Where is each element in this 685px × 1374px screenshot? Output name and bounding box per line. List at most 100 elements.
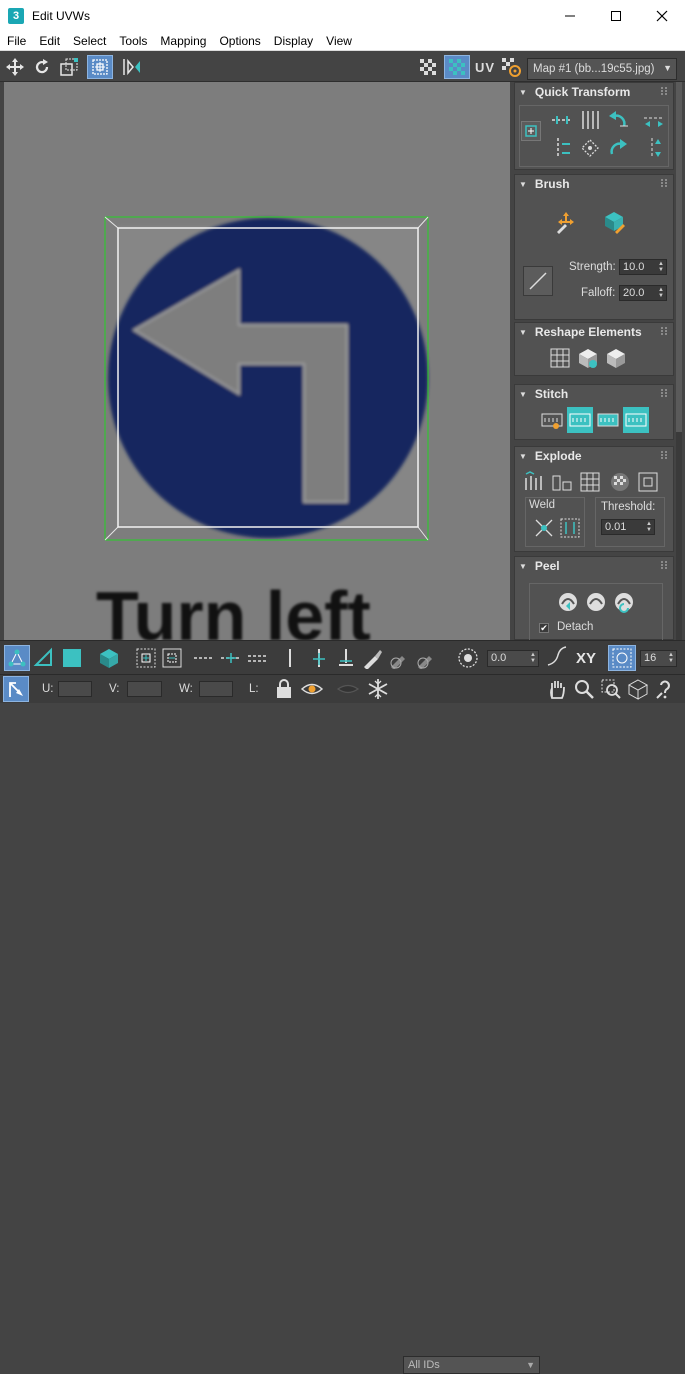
break-button[interactable] — [521, 469, 547, 495]
ring-selection-button[interactable] — [192, 646, 216, 670]
help-button[interactable] — [653, 677, 677, 701]
rotate-cw-button[interactable] — [605, 135, 631, 161]
panel-scrollbar[interactable] — [676, 82, 682, 640]
v-field[interactable] — [127, 681, 162, 697]
brush-header[interactable]: ▼ Brush — [515, 175, 673, 193]
loop-selection-button[interactable] — [278, 646, 302, 670]
set-pivot-button[interactable] — [521, 121, 541, 141]
ring-grow-button[interactable] — [219, 646, 243, 670]
stitch-to-source-button[interactable] — [623, 407, 649, 433]
unhide-button[interactable] — [336, 677, 360, 701]
menu-select[interactable]: Select — [66, 31, 112, 51]
strength-spinner[interactable]: 10.0 ▲ ▼ — [619, 259, 667, 275]
soft-selection-button[interactable] — [456, 646, 480, 670]
stitch-header[interactable]: ▼ Stitch — [515, 385, 673, 403]
falloff-space-xy-button[interactable]: XY — [572, 646, 600, 670]
reset-peel-button[interactable] — [611, 589, 637, 615]
detach-edge-verts-button[interactable] — [549, 469, 575, 495]
straighten-button[interactable] — [577, 107, 603, 133]
material-id-filter-dropdown[interactable]: All IDs ▼ — [403, 1356, 540, 1374]
maximize-button[interactable] — [593, 0, 639, 31]
zoom-region-button[interactable] — [599, 677, 623, 701]
space-horizontal-button[interactable] — [641, 107, 667, 133]
w-field[interactable] — [199, 681, 233, 697]
paint-move-button[interactable] — [553, 209, 579, 235]
uv-toggle-button[interactable]: UV — [472, 56, 498, 78]
peel-header[interactable]: ▼ Peel — [515, 557, 673, 575]
quick-transform-header[interactable]: ▼ Quick Transform — [515, 83, 673, 101]
close-button[interactable] — [639, 0, 685, 31]
select-vertex-button[interactable] — [4, 645, 30, 671]
align-vertical-button[interactable] — [549, 135, 575, 161]
menu-mapping[interactable]: Mapping — [153, 31, 212, 51]
mirror-button[interactable] — [120, 56, 142, 78]
relax-until-flat-button[interactable] — [575, 345, 601, 371]
falloff-type-button[interactable] — [545, 645, 569, 669]
menu-file[interactable]: File — [0, 31, 32, 51]
flatten-by-smoothing-group-button[interactable] — [607, 469, 633, 495]
stitch-to-target-button[interactable] — [567, 407, 593, 433]
weld-selected-button[interactable] — [531, 515, 557, 541]
move-button[interactable] — [4, 56, 26, 78]
peel-mode-button[interactable] — [583, 589, 609, 615]
explode-header[interactable]: ▼ Explode — [515, 447, 673, 465]
hide-selection-button[interactable] — [300, 677, 324, 701]
relax-button[interactable] — [603, 345, 629, 371]
chevron-down-icon: ▼ — [663, 63, 672, 73]
align-horizontal-button[interactable] — [549, 107, 575, 133]
space-vertical-button[interactable] — [641, 135, 667, 161]
rotate-ccw-button[interactable] — [605, 107, 631, 133]
menu-tools[interactable]: Tools — [112, 31, 153, 51]
threshold-spinner[interactable]: 0.01 ▲ ▼ — [601, 519, 655, 535]
loop-grow-button[interactable] — [307, 646, 331, 670]
stitch-average-button[interactable] — [595, 407, 621, 433]
align-to-edge-button[interactable] — [577, 135, 603, 161]
grow-selection-button[interactable] — [134, 646, 158, 670]
zoom-button[interactable] — [572, 677, 596, 701]
flatten-by-material-button[interactable] — [635, 469, 661, 495]
panel-scrollbar-thumb[interactable] — [676, 82, 682, 432]
menu-view[interactable]: View — [319, 31, 358, 51]
falloff-spinner[interactable]: 20.0 ▲ ▼ — [619, 285, 667, 301]
uv-editor-viewport[interactable]: Turn left — [4, 82, 510, 640]
grid-snap-button[interactable] — [608, 645, 636, 671]
select-element-button[interactable] — [97, 646, 121, 670]
menu-display[interactable]: Display — [267, 31, 319, 51]
freeform-mode-button[interactable] — [87, 55, 113, 79]
weld-target-button[interactable] — [557, 515, 583, 541]
stitch-custom-button[interactable] — [539, 407, 565, 433]
select-edge-button[interactable] — [32, 646, 56, 670]
flatten-by-polygon-angle-button[interactable] — [577, 469, 603, 495]
absolute-offset-button[interactable] — [3, 676, 29, 702]
u-field[interactable] — [58, 681, 92, 697]
menu-bar: File Edit Select Tools Mapping Options D… — [0, 31, 685, 51]
zoom-extents-button[interactable] — [626, 677, 650, 701]
show-map-button[interactable] — [444, 55, 470, 79]
select-polygon-button[interactable] — [60, 646, 84, 670]
straighten-selection-button[interactable] — [547, 345, 573, 371]
paint-select-grow-button[interactable] — [387, 646, 411, 670]
reshape-elements-header[interactable]: ▼ Reshape Elements — [515, 323, 673, 341]
shrink-selection-button[interactable] — [160, 646, 184, 670]
soft-selection-falloff-spinner[interactable]: 0.0 ▲ ▼ — [487, 650, 539, 667]
grid-size-spinner[interactable]: 16 ▲ ▼ — [640, 650, 677, 667]
detach-checkbox[interactable]: ✔ — [539, 623, 549, 633]
paint-select-shrink-button[interactable] — [414, 646, 438, 670]
rotate-button[interactable] — [31, 56, 53, 78]
menu-edit[interactable]: Edit — [32, 31, 66, 51]
ring-shrink-button[interactable] — [246, 646, 270, 670]
loop-shrink-button[interactable] — [334, 646, 358, 670]
checker-pattern-button[interactable] — [417, 56, 439, 78]
map-select-dropdown[interactable]: Map #1 (bb...19c55.jpg) ▼ — [527, 58, 677, 80]
scale-button[interactable] — [58, 56, 80, 78]
pan-button[interactable] — [545, 677, 569, 701]
lock-selection-button[interactable] — [272, 677, 296, 701]
menu-options[interactable]: Options — [212, 31, 266, 51]
brush-falloff-button[interactable] — [523, 266, 553, 296]
quick-peel-button[interactable] — [555, 589, 581, 615]
texture-settings-button[interactable] — [500, 56, 522, 78]
minimize-button[interactable] — [547, 0, 593, 31]
relax-brush-button[interactable] — [601, 209, 627, 235]
paint-select-button[interactable] — [360, 646, 384, 670]
freeze-button[interactable] — [366, 677, 390, 701]
